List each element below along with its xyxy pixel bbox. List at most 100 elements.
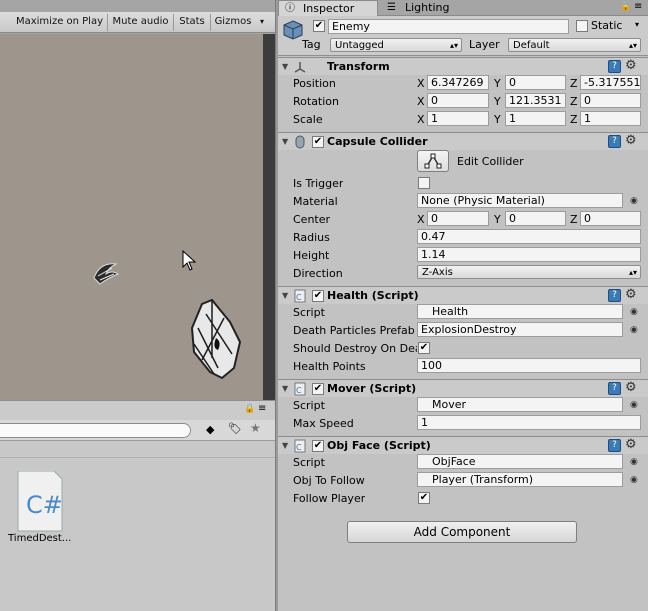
direction-dropdown[interactable]: Z-Axis ▴▾: [417, 265, 641, 279]
foldout-arrow-icon[interactable]: ▼: [282, 62, 288, 71]
project-assets-area: C#: [0, 441, 275, 611]
svg-text:C: C: [296, 386, 302, 395]
object-picker-icon[interactable]: ◉: [630, 307, 638, 317]
rotation-x-field[interactable]: 0: [427, 93, 489, 108]
height-label: Height: [293, 249, 330, 262]
position-y-field[interactable]: 0: [505, 75, 566, 90]
static-checkbox[interactable]: [576, 20, 588, 32]
script-label: Script: [293, 456, 325, 469]
health-script-field[interactable]: Health: [417, 304, 623, 319]
height-field[interactable]: 1.14: [417, 247, 641, 262]
follow-player-checkbox[interactable]: ✔: [418, 492, 430, 504]
radius-label: Radius: [293, 231, 330, 244]
static-label: Static: [591, 19, 623, 32]
gizmos-dropdown-icon[interactable]: ▾: [255, 14, 269, 31]
obj-to-follow-field[interactable]: Player (Transform): [417, 472, 623, 487]
filter-by-type-icon[interactable]: ◆: [206, 423, 214, 436]
tab-lighting[interactable]: ☰ Lighting: [381, 0, 461, 16]
lock-icon[interactable]: 🔒: [620, 2, 631, 12]
death-particles-field[interactable]: ExplosionDestroy: [417, 322, 623, 337]
game-view-scrollbar[interactable]: [263, 34, 275, 400]
scale-z-field[interactable]: 1: [580, 111, 641, 126]
mover-script-header[interactable]: ▼ C ✔ Mover (Script) ? ⚙: [278, 379, 648, 397]
gizmos-button[interactable]: Gizmos: [211, 14, 255, 31]
mute-audio-button[interactable]: Mute audio: [108, 14, 174, 31]
object-picker-icon[interactable]: ◉: [630, 196, 638, 206]
is-trigger-checkbox[interactable]: [418, 177, 430, 189]
lock-icon[interactable]: 🔒: [244, 404, 255, 414]
layer-value: Default: [513, 40, 550, 51]
center-label: Center: [293, 213, 331, 226]
svg-text:C: C: [296, 293, 302, 302]
objface-enabled-checkbox[interactable]: ✔: [312, 440, 324, 452]
gear-icon[interactable]: ⚙: [625, 380, 637, 395]
max-speed-label: Max Speed: [293, 417, 354, 430]
project-search-input[interactable]: [0, 423, 191, 438]
gear-icon[interactable]: ⚙: [625, 437, 637, 452]
health-script-header[interactable]: ▼ C ✔ Health (Script) ? ⚙: [278, 286, 648, 304]
gear-icon[interactable]: ⚙: [625, 287, 637, 302]
tab-inspector[interactable]: ⓘ Inspector: [278, 0, 378, 16]
gear-icon[interactable]: ⚙: [625, 133, 637, 148]
panel-menu-icon[interactable]: ≡: [258, 403, 266, 414]
transform-header[interactable]: ▼ Transform ? ⚙: [278, 57, 648, 75]
position-x-field[interactable]: 6.347269: [427, 75, 489, 90]
position-z-field[interactable]: -5.317551: [580, 75, 641, 90]
stats-button[interactable]: Stats: [174, 14, 211, 31]
rotation-y-field[interactable]: 121.3531: [505, 93, 566, 108]
edit-collider-button[interactable]: [417, 150, 449, 172]
help-book-icon[interactable]: ?: [608, 289, 621, 302]
maximize-on-play-button[interactable]: Maximize on Play: [12, 14, 108, 31]
gear-icon[interactable]: ⚙: [625, 58, 637, 73]
tag-dropdown[interactable]: Untagged ▴▾: [330, 38, 462, 52]
capsule-collider-header[interactable]: ▼ ✔ Capsule Collider ? ⚙: [278, 132, 648, 150]
scale-y-field[interactable]: 1: [505, 111, 566, 126]
axis-x-label: X: [417, 213, 425, 226]
should-destroy-checkbox[interactable]: ✔: [418, 342, 430, 354]
gameobject-header: ✔ Enemy Static ▾ Tag Untagged ▴▾ Layer De…: [278, 16, 648, 56]
layer-dropdown[interactable]: Default ▴▾: [508, 38, 641, 52]
mover-script-field[interactable]: Mover: [417, 397, 623, 412]
filter-by-label-icon[interactable]: 🏷: [228, 422, 242, 435]
favorites-star-icon[interactable]: ★: [250, 421, 261, 435]
foldout-arrow-icon[interactable]: ▼: [282, 291, 288, 300]
capsule-enabled-checkbox[interactable]: ✔: [312, 136, 324, 148]
dropdown-arrow-icon: ▴▾: [449, 41, 458, 50]
help-book-icon[interactable]: ?: [608, 439, 621, 452]
help-book-icon[interactable]: ?: [608, 60, 621, 73]
static-dropdown-icon[interactable]: ▾: [635, 20, 639, 29]
game-canvas[interactable]: [0, 34, 275, 400]
add-component-button[interactable]: Add Component: [347, 521, 577, 543]
object-name-field[interactable]: Enemy: [328, 19, 569, 34]
center-x-field[interactable]: 0: [427, 211, 489, 226]
object-picker-icon[interactable]: ◉: [630, 400, 638, 410]
object-picker-icon[interactable]: ◉: [630, 325, 638, 335]
health-points-field[interactable]: 100: [417, 358, 641, 373]
foldout-arrow-icon[interactable]: ▼: [282, 384, 288, 393]
max-speed-field[interactable]: 1: [417, 415, 641, 430]
active-checkbox[interactable]: ✔: [313, 20, 325, 32]
object-picker-icon[interactable]: ◉: [630, 475, 638, 485]
axis-y-label: Y: [494, 213, 501, 226]
scale-x-field[interactable]: 1: [427, 111, 489, 126]
radius-field[interactable]: 0.47: [417, 229, 641, 244]
object-picker-icon[interactable]: ◉: [630, 457, 638, 467]
panel-menu-icon[interactable]: ≡: [634, 1, 642, 12]
material-field[interactable]: None (Physic Material): [417, 193, 623, 208]
health-enabled-checkbox[interactable]: ✔: [312, 290, 324, 302]
mover-enabled-checkbox[interactable]: ✔: [312, 383, 324, 395]
tag-label: Tag: [302, 38, 321, 51]
center-y-field[interactable]: 0: [505, 211, 566, 226]
help-book-icon[interactable]: ?: [608, 382, 621, 395]
foldout-arrow-icon[interactable]: ▼: [282, 441, 288, 450]
center-z-field[interactable]: 0: [580, 211, 641, 226]
lighting-icon: ☰: [387, 2, 396, 13]
rotation-z-field[interactable]: 0: [580, 93, 641, 108]
objface-script-field[interactable]: ObjFace: [417, 454, 623, 469]
mouse-cursor-icon: [182, 250, 197, 271]
help-book-icon[interactable]: ?: [608, 135, 621, 148]
foldout-arrow-icon[interactable]: ▼: [282, 137, 288, 146]
objface-script-header[interactable]: ▼ C ✔ Obj Face (Script) ? ⚙: [278, 436, 648, 454]
scale-label: Scale: [293, 113, 323, 126]
should-destroy-label: Should Destroy On Death: [293, 342, 417, 355]
